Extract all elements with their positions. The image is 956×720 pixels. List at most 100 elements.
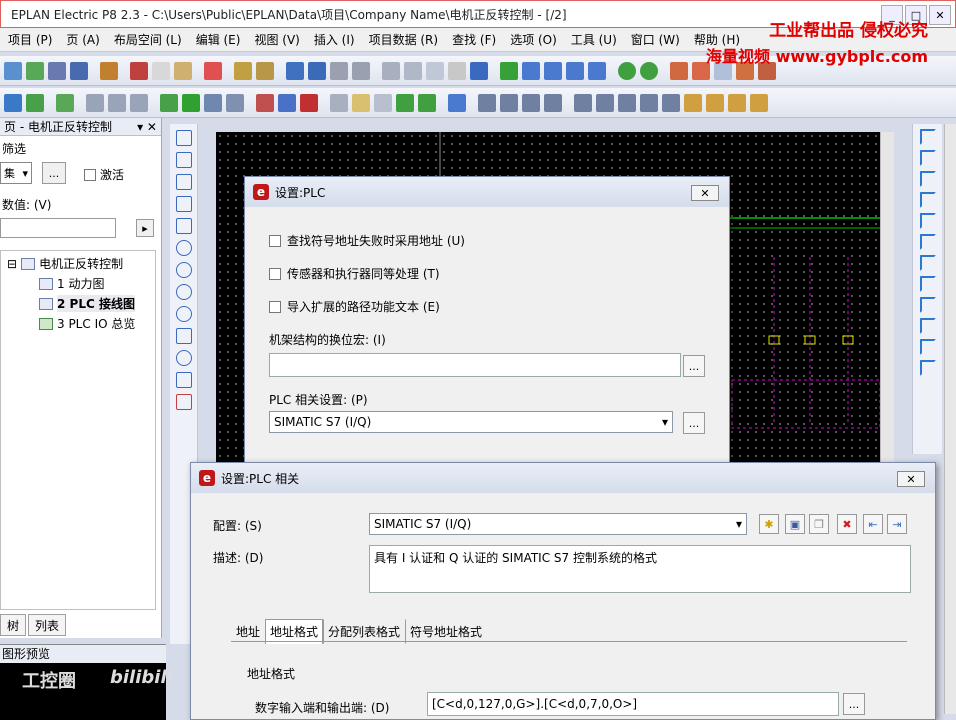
flag-icon[interactable] xyxy=(160,93,178,112)
plc-b-icon[interactable] xyxy=(500,93,518,112)
value-go-button[interactable]: ▸ xyxy=(136,219,154,237)
angle-icon[interactable] xyxy=(919,360,936,376)
value-input[interactable] xyxy=(0,218,116,238)
plc-f-icon[interactable] xyxy=(596,93,614,112)
menu-options[interactable]: 选项 (O) xyxy=(510,31,557,48)
plc-a-icon[interactable] xyxy=(478,93,496,112)
tab-tree[interactable]: 树 xyxy=(0,614,27,636)
arc-b-tool-icon[interactable] xyxy=(175,306,192,322)
spline-tool-icon[interactable] xyxy=(175,328,192,344)
description-field[interactable]: 具有 I 认证和 Q 认证的 SIMATIC S7 控制系统的格式 xyxy=(369,545,911,593)
check-green-icon[interactable] xyxy=(182,93,200,112)
redo-icon[interactable] xyxy=(330,61,348,80)
plc-d-icon[interactable] xyxy=(544,93,562,112)
undo-arrow-icon[interactable] xyxy=(308,61,326,80)
plc-card-icon[interactable] xyxy=(448,93,466,112)
config-select[interactable]: SIMATIC S7 (I/Q) ▾ xyxy=(369,513,747,535)
check-sensor-actuator[interactable]: 传感器和执行器同等处理 (T) xyxy=(269,265,440,282)
tab-list[interactable]: 列表 xyxy=(28,614,67,636)
check-use-address[interactable]: 查找符号地址失败时采用地址 (U) xyxy=(269,232,465,249)
check-icon[interactable] xyxy=(426,61,444,80)
forward-icon[interactable] xyxy=(640,61,658,80)
tree-item-page1[interactable]: 1 动力图 xyxy=(39,275,104,292)
redo-arrow-icon[interactable] xyxy=(352,61,370,80)
tee-left-icon[interactable] xyxy=(919,276,936,292)
plc-k-icon[interactable] xyxy=(706,93,724,112)
menu-tools[interactable]: 工具 (U) xyxy=(571,31,617,48)
pin-icon[interactable] xyxy=(226,93,244,112)
marker-icon[interactable] xyxy=(256,93,274,112)
menu-window[interactable]: 窗口 (W) xyxy=(631,31,680,48)
pointer-icon[interactable] xyxy=(278,93,296,112)
page-icon[interactable] xyxy=(330,93,348,112)
nav-left-icon[interactable] xyxy=(396,93,414,112)
plc-j-icon[interactable] xyxy=(684,93,702,112)
menu-find[interactable]: 查找 (F) xyxy=(452,31,496,48)
line-tool-icon[interactable] xyxy=(175,130,192,146)
new-config-icon[interactable]: ✱ xyxy=(759,514,779,534)
filter-more-button[interactable]: ... xyxy=(42,162,66,184)
insert-tool-icon[interactable] xyxy=(175,218,192,234)
dialog-close-button[interactable]: ✕ xyxy=(691,185,719,201)
plugin-icon[interactable] xyxy=(56,93,74,112)
tree-item-page2[interactable]: 2 PLC 接线图 xyxy=(39,295,135,312)
plc-m-icon[interactable] xyxy=(750,93,768,112)
zoom-in-icon[interactable] xyxy=(544,61,562,80)
paste-icon[interactable] xyxy=(174,61,192,80)
tee-up-icon[interactable] xyxy=(919,234,936,250)
check-import-path-text[interactable]: 导入扩展的路径功能文本 (E) xyxy=(269,298,440,315)
matrix-icon[interactable] xyxy=(448,61,466,80)
main-scrollbar[interactable] xyxy=(944,124,956,714)
component-icon[interactable] xyxy=(204,93,222,112)
menu-insert[interactable]: 插入 (I) xyxy=(314,31,355,48)
tee-down-icon[interactable] xyxy=(919,213,936,229)
save-config-icon[interactable]: ▣ xyxy=(785,514,805,534)
tree-root[interactable]: ⊟ 电机正反转控制 xyxy=(7,255,123,272)
corner-tl-icon[interactable] xyxy=(919,129,936,145)
menu-project[interactable]: 项目 (P) xyxy=(8,31,52,48)
menu-edit[interactable]: 编辑 (E) xyxy=(196,31,241,48)
corner-bl-icon[interactable] xyxy=(919,171,936,187)
brush-icon[interactable] xyxy=(256,61,274,80)
nav-right-icon[interactable] xyxy=(418,93,436,112)
plc-e-icon[interactable] xyxy=(574,93,592,112)
terminal-a-icon[interactable] xyxy=(86,93,104,112)
ellipse-tool-icon[interactable] xyxy=(175,350,192,366)
expand-icon[interactable]: ⊟ xyxy=(7,257,17,271)
print-icon[interactable] xyxy=(48,61,66,80)
page-c-icon[interactable] xyxy=(374,93,392,112)
tree-item-page3[interactable]: 3 PLC IO 总览 xyxy=(39,315,135,332)
dialog-close-button[interactable]: ✕ xyxy=(897,471,925,487)
export-config-icon[interactable]: ⇥ xyxy=(887,514,907,534)
polygon-tool-icon[interactable] xyxy=(175,174,192,190)
plc-h-icon[interactable] xyxy=(640,93,658,112)
menu-layout-space[interactable]: 布局空间 (L) xyxy=(114,31,182,48)
new-project-icon[interactable] xyxy=(4,61,22,80)
copy-icon[interactable] xyxy=(152,61,170,80)
canvas-scrollbar[interactable] xyxy=(880,132,894,462)
corner-br-icon[interactable] xyxy=(919,192,936,208)
tools-icon[interactable] xyxy=(100,61,118,80)
dimension-tool-icon[interactable] xyxy=(175,372,192,388)
cut-icon[interactable] xyxy=(130,61,148,80)
select-icon[interactable] xyxy=(204,61,222,80)
filter-select[interactable]: 集 ▾ xyxy=(0,162,32,184)
cross-b-icon[interactable] xyxy=(919,318,936,334)
save-icon[interactable] xyxy=(70,61,88,80)
close-button[interactable]: ✕ xyxy=(929,5,951,25)
terminal-b-icon[interactable] xyxy=(108,93,126,112)
digital-io-input[interactable]: [C<d,0,127,0,G>].[C<d,0,7,0,O>] xyxy=(427,692,839,716)
refresh-icon[interactable] xyxy=(500,61,518,80)
open-project-icon[interactable] xyxy=(26,61,44,80)
menu-project-data[interactable]: 项目数据 (R) xyxy=(369,31,439,48)
page-b-icon[interactable] xyxy=(352,93,370,112)
polyline-tool-icon[interactable] xyxy=(175,152,192,168)
rack-more-button[interactable]: ... xyxy=(683,355,705,377)
grid-a-icon[interactable] xyxy=(670,61,688,80)
delete-config-icon[interactable]: ✖ xyxy=(837,514,857,534)
text-tool-icon[interactable] xyxy=(175,394,192,410)
plc-l-icon[interactable] xyxy=(728,93,746,112)
zoom-window-icon[interactable] xyxy=(588,61,606,80)
circle-tool-icon[interactable] xyxy=(175,240,192,256)
symbol-b-icon[interactable] xyxy=(26,93,44,112)
